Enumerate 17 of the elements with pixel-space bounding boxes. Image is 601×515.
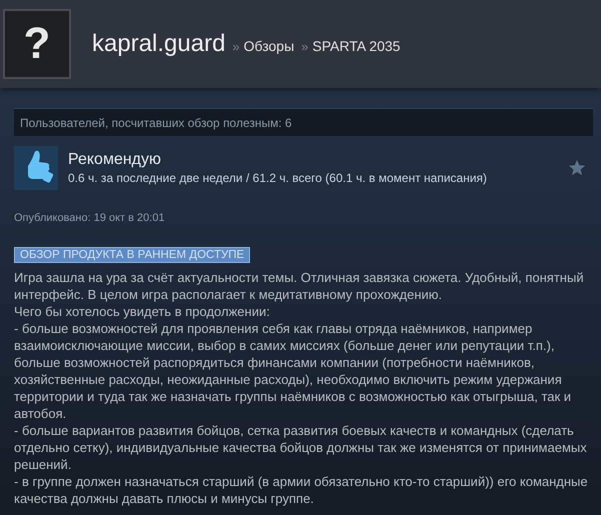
review-paragraph: - больше возможностей для проявления себя как главы отряда наёмников, например взаимоисключающие миссии, выбор в самих миссиях (больше денег или репутации т.п.), больше возможностей распорядиться финансами компании (потребности наёмников, хозяйственные расходы, неожиданные расходы), необходимо включить режим удержания территории и туда так же назначать группы наёмников с возможностью как отыгрыша, так и автобоя. (14, 320, 572, 422)
breadcrumb-link[interactable]: Обзоры (244, 38, 294, 54)
review-paragraph: Чего бы хотелось увидеть в продолжении: (14, 303, 271, 320)
review-verdict: Рекомендую (68, 150, 162, 170)
early-access-badge: ОБЗОР ПРОДУКТА В РАННЕМ ДОСТУПЕ (14, 247, 250, 263)
published-date: Опубликовано: 19 окт в 20:01 (14, 212, 166, 224)
default-avatar[interactable]: ? (3, 9, 71, 79)
helpful-count-bar: Пользователей, посчитавших обзор полезным: 6 (14, 108, 593, 136)
breadcrumb-separator: » (232, 39, 240, 54)
star-icon[interactable] (568, 159, 586, 177)
review-paragraph: Игра зашла на ура за счёт актуальности темы. Отличная завязка сюжета. Удобный, понятный интерфейс. В целом игра располагает к медитативному прохождению. (14, 269, 585, 303)
breadcrumb-link[interactable]: SPARTA 2035 (312, 38, 400, 54)
review-paragraph: - больше вариантов развития бойцов, сетка развития боевых качеств и командных (сделать отдельно сетку), индивидуальные качества бойцов должны так же изменятся от принимаемых решений. (14, 422, 588, 473)
review-paragraph: - в группе должен назначаться старший (в армии обязательно кто-то старший)) его командные качества должны давать плюсы и минусы группе. (14, 473, 589, 507)
playtime-text: 0.6 ч. за последние две недели / 61.2 ч. всего (60.1 ч. в момент написания) (68, 170, 488, 186)
username-link[interactable]: kapral.guard (92, 30, 226, 58)
breadcrumb-separator: » (301, 39, 308, 54)
